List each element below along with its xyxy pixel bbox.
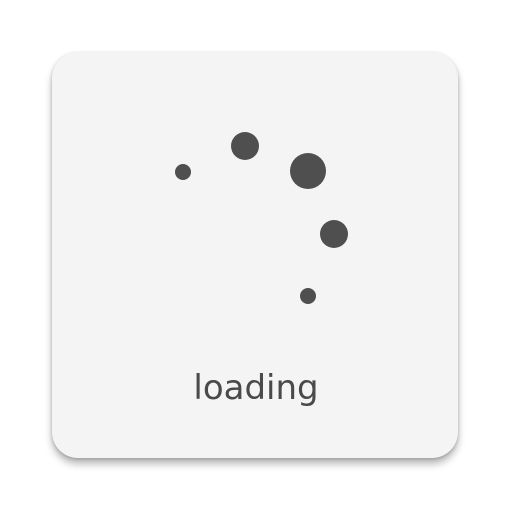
spinner-dot (300, 288, 316, 304)
screen: loading (0, 0, 512, 512)
spinner-dot (290, 153, 326, 189)
spinner-dot (320, 220, 348, 248)
spinner-dot (175, 164, 191, 180)
loading-label: loading (193, 368, 319, 408)
spinner-dot (231, 132, 259, 160)
